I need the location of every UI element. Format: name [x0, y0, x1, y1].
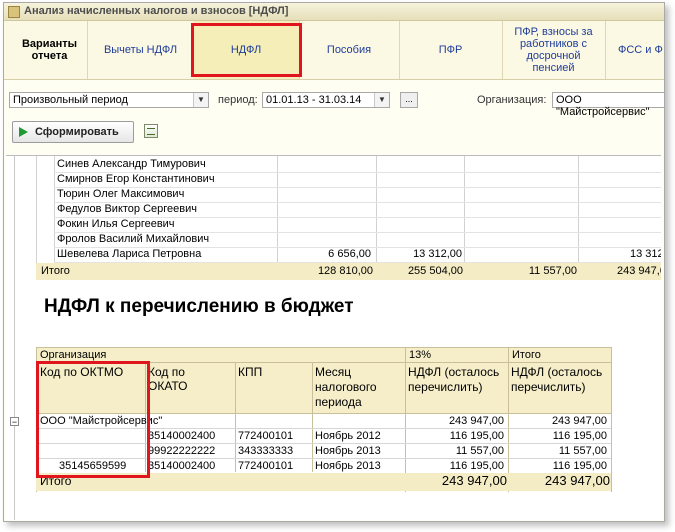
employee-name: Тюрин Олег Максимович [57, 188, 185, 200]
total-label: Итого [41, 265, 70, 277]
outline-gutter-line [14, 156, 15, 520]
grid-line [312, 362, 313, 472]
highlight-oktmo-column [36, 361, 150, 478]
tab-fss[interactable]: ФСС и Ф [606, 21, 664, 79]
tab-ndfl-deductions[interactable]: Вычеты НДФЛ [88, 21, 194, 79]
header-tax-month: Месяц налогового периода [315, 365, 377, 409]
header-ndfl-total: НДФЛ (осталось перечислить) [511, 365, 603, 394]
period-label: период: [218, 94, 258, 106]
ndfl-total-amount: 11 557,00 [558, 445, 607, 457]
organization-value: ООО "Майстройсервис" [556, 94, 650, 118]
employee-name: Синев Александр Тимурович [57, 158, 206, 170]
ndfl-total-amount: 243 947,00 [551, 415, 607, 427]
kpp-cell: 772400101 [238, 460, 294, 472]
grid-line [36, 347, 611, 348]
period-type-select[interactable]: Произвольный период ▼ [9, 92, 209, 108]
okato-cell: 35140002400 [148, 430, 216, 442]
ndfl-13-amount: 11 557,00 [455, 445, 504, 457]
total-ndfl-13: 243 947,00 [441, 473, 507, 488]
header-kpp: КПП [238, 365, 263, 379]
tab-strip: Варианты отчета Вычеты НДФЛ НДФЛ Пособия… [4, 21, 664, 80]
report-settings-icon[interactable] [144, 124, 158, 138]
header-13-percent: 13% [409, 349, 432, 361]
highlight-ndfl-tab [191, 23, 302, 77]
employee-name: Фокин Илья Сергеевич [57, 218, 175, 230]
kpp-cell: 343333333 [238, 445, 294, 457]
ndfl-13-amount: 116 195,00 [449, 430, 504, 442]
amount-cell: 13 312, [630, 248, 661, 260]
chevron-down-icon[interactable]: ▼ [193, 93, 208, 107]
header-organization: Организация [40, 349, 107, 361]
kpp-cell: 772400101 [238, 430, 294, 442]
ndfl-13-amount: 116 195,00 [449, 460, 504, 472]
period-picker-button[interactable]: ... [400, 92, 418, 108]
grid-line [611, 347, 612, 492]
ndfl-13-amount: 243 947,00 [448, 415, 504, 427]
section-title: НДФЛ к перечислению в бюджет [44, 296, 354, 317]
total-ndfl-total: 243 947,00 [544, 473, 610, 488]
employee-name: Смирнов Егор Константинович [57, 173, 215, 185]
tab-report-variants[interactable]: Варианты отчета [4, 21, 88, 79]
tab-benefits[interactable]: Пособия [299, 21, 400, 79]
upper-total-row: Итого 128 810,00 255 504,00 11 557,00 24… [36, 263, 661, 280]
window-title: Анализ начисленных налогов и взносов [НД… [24, 5, 289, 17]
period-range-value: 01.01.13 - 31.03.14 [266, 94, 362, 106]
month-cell: Ноябрь 2012 [315, 430, 381, 442]
total-amount: 243 947,0 [617, 265, 661, 277]
month-cell: Ноябрь 2013 [315, 445, 381, 457]
employee-name: Фролов Василий Михайлович [57, 233, 210, 245]
employee-name: Федулов Виктор Сергеевич [57, 203, 198, 215]
employee-name: Шевелева Лариса Петровна [57, 248, 202, 260]
amount-cell: 13 312,00 [413, 248, 462, 260]
report-spreadsheet[interactable]: Синев Александр Тимурович Смирнов Егор К… [6, 155, 661, 520]
organization-label: Организация: [477, 94, 547, 106]
month-cell: Ноябрь 2013 [315, 460, 381, 472]
play-icon [19, 127, 28, 137]
okato-cell: 99922222222 [148, 445, 216, 457]
grid-line [508, 347, 509, 492]
ndfl-total-amount: 116 195,00 [552, 430, 607, 442]
grid-line [235, 362, 236, 472]
total-amount: 11 557,00 [528, 265, 577, 277]
header-total: Итого [512, 349, 541, 361]
organization-input[interactable]: ООО "Майстройсервис" [552, 92, 664, 118]
total-amount: 128 810,00 [317, 265, 373, 277]
tab-pfr-early-pension[interactable]: ПФР, взносы за работников с досрочной пе… [502, 21, 606, 79]
generate-button[interactable]: Сформировать [12, 121, 134, 143]
okato-cell: 35140002400 [148, 460, 216, 472]
grid-line [405, 347, 406, 492]
period-range-select[interactable]: 01.01.13 - 31.03.14 ▼ [262, 92, 390, 108]
collapse-toggle[interactable]: − [10, 417, 19, 427]
chevron-down-icon[interactable]: ▼ [374, 93, 389, 107]
title-bar: Анализ начисленных налогов и взносов [НД… [4, 3, 664, 21]
period-type-value: Произвольный период [13, 94, 128, 106]
ndfl-total-amount: 116 195,00 [552, 460, 607, 472]
total-amount: 255 504,00 [407, 265, 463, 277]
window-icon [8, 6, 20, 18]
header-ndfl-13: НДФЛ (осталось перечислить) [408, 365, 500, 394]
tab-pfr[interactable]: ПФР [399, 21, 503, 79]
header-okato: Код по ОКАТО [148, 365, 188, 393]
grid-line [36, 156, 37, 280]
generate-button-label: Сформировать [35, 126, 119, 138]
amount-cell: 6 656,00 [328, 248, 371, 260]
report-window: Анализ начисленных налогов и взносов [НД… [3, 2, 665, 522]
